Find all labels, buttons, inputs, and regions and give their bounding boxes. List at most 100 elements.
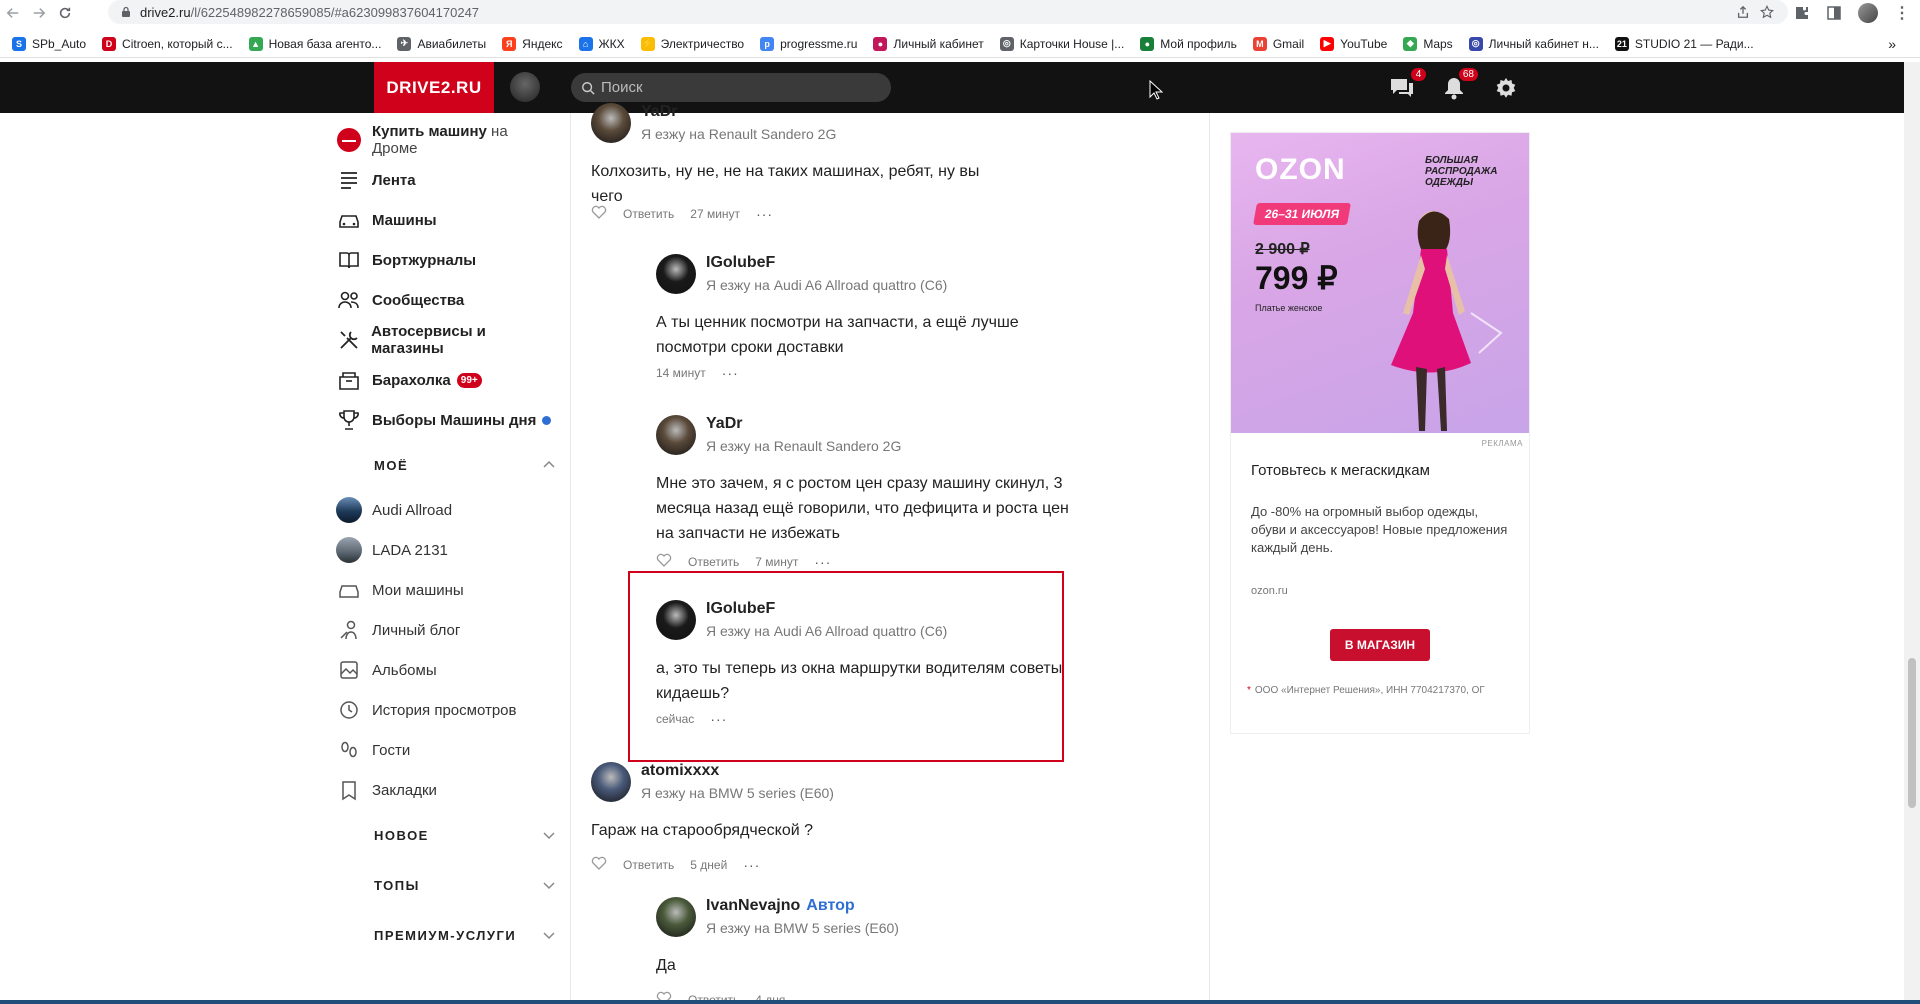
section-premium[interactable]: ПРЕМИУМ-УСЛУГИ xyxy=(336,910,556,960)
share-icon[interactable] xyxy=(1736,5,1750,19)
like-button[interactable] xyxy=(591,205,607,222)
comment-author-car[interactable]: Я езжу на Renault Sandero 2G xyxy=(641,126,836,142)
comment-time[interactable]: 27 минут xyxy=(690,207,740,221)
more-options-icon[interactable]: ··· xyxy=(756,206,773,222)
address-bar[interactable]: drive2.ru/l/622548982278659085/#a6230998… xyxy=(108,0,1788,24)
bookmark-item[interactable]: ● Личный кабинет xyxy=(873,36,984,51)
comment-time[interactable]: 5 дней xyxy=(690,858,727,872)
bookmark-item[interactable]: ⚡ Электричество xyxy=(640,36,744,51)
comment-author-name[interactable]: YaDr xyxy=(641,103,677,121)
forward-button[interactable] xyxy=(26,0,52,26)
more-options-icon[interactable]: ··· xyxy=(722,365,739,381)
like-button[interactable] xyxy=(591,856,607,873)
sidebar-item[interactable]: Мои машины xyxy=(336,570,556,610)
comment-avatar[interactable] xyxy=(656,897,696,937)
book-icon xyxy=(336,247,362,273)
reply-button[interactable]: Ответить xyxy=(688,555,739,569)
sidebar-item[interactable]: Бортжурналы xyxy=(336,240,556,280)
bookmark-item[interactable]: S SPb_Auto xyxy=(12,36,86,51)
more-options-icon[interactable]: ··· xyxy=(814,554,831,570)
comment-author-car[interactable]: Я езжу на BMW 5 series (E60) xyxy=(641,785,834,801)
comment-text: Да xyxy=(656,957,676,974)
sidebar-item[interactable]: Купить машину на Дроме xyxy=(336,120,556,160)
comment-author-name[interactable]: IvanNevajno Автор xyxy=(706,897,855,915)
sidebar-item[interactable]: История просмотров xyxy=(336,690,556,730)
comment-time[interactable]: 14 минут xyxy=(656,366,706,380)
section-mine[interactable]: МОЁ xyxy=(336,440,556,490)
search-input[interactable] xyxy=(601,79,881,96)
sidebar-item-label: Купить машину на Дроме xyxy=(372,123,556,157)
bookmark-item[interactable]: ▶ YouTube xyxy=(1320,36,1387,51)
section-tops[interactable]: ТОПЫ xyxy=(336,860,556,910)
bookmarks-overflow-button[interactable]: » xyxy=(1888,30,1896,57)
like-button[interactable] xyxy=(656,553,672,570)
menu-dots-icon[interactable]: ⋮ xyxy=(1894,3,1910,23)
bookmark-item[interactable]: ✈ Авиабилеты xyxy=(397,36,486,51)
comment-author-car[interactable]: Я езжу на Audi A6 Allroad quattro (C6) xyxy=(706,277,947,293)
page-scrollbar[interactable] xyxy=(1904,62,1920,1004)
sidebar-item[interactable]: Сообщества xyxy=(336,280,556,320)
more-options-icon[interactable]: ··· xyxy=(743,857,760,873)
bookmark-item[interactable]: M Gmail xyxy=(1252,36,1304,51)
comment-author-text: IGolubeF xyxy=(706,254,776,271)
comment-actions: 14 минут ··· xyxy=(656,365,739,381)
ad-banner-image[interactable]: OZON БОЛЬШАЯ РАСПРОДАЖА ОДЕЖДЫ 26–31 ИЮЛ… xyxy=(1231,133,1529,433)
extensions-icon[interactable] xyxy=(1794,5,1810,21)
comment-avatar[interactable] xyxy=(591,762,631,802)
reply-button[interactable]: Ответить xyxy=(623,207,674,221)
sidebar-item[interactable]: Барахолка 99+ xyxy=(336,360,556,400)
bookmark-item[interactable]: ▲ Новая база агенто... xyxy=(248,36,381,51)
comment-author-name[interactable]: atomixxxx xyxy=(641,762,719,780)
section-new[interactable]: НОВОЕ xyxy=(336,810,556,860)
user-avatar[interactable] xyxy=(510,72,540,102)
ad-domain[interactable]: ozon.ru xyxy=(1231,557,1529,597)
messages-button[interactable]: 4 xyxy=(1388,67,1426,102)
bookmark-item[interactable]: D Citroen, который с... xyxy=(102,36,233,51)
star-icon[interactable] xyxy=(1760,5,1774,19)
bookmark-item[interactable]: Я Яндекс xyxy=(502,36,563,51)
comment-avatar[interactable] xyxy=(656,415,696,455)
reply-button[interactable]: Ответить xyxy=(623,858,674,872)
drive2-logo[interactable]: DRIVE2.RU xyxy=(374,62,494,113)
comment-author-car[interactable]: Я езжу на BMW 5 series (E60) xyxy=(706,920,899,936)
sidebar-item[interactable]: Закладки xyxy=(336,770,556,810)
ad-legal-star: * xyxy=(1247,685,1251,696)
bookmark-item[interactable]: ⌂ ЖКХ xyxy=(578,36,625,51)
bookmark-item[interactable]: ◎ Личный кабинет н... xyxy=(1468,36,1599,51)
sidebar-item[interactable]: Личный блог xyxy=(336,610,556,650)
settings-button[interactable] xyxy=(1492,74,1520,102)
comment-author-name[interactable]: IGolubeF xyxy=(706,254,775,272)
sidebar-item[interactable]: Audi Allroad xyxy=(336,490,556,530)
comment-time[interactable]: 7 минут xyxy=(755,555,798,569)
bookmark-item[interactable]: ● Мой профиль xyxy=(1140,36,1237,51)
notifications-button[interactable]: 68 xyxy=(1440,67,1478,102)
comment-author-name[interactable]: YaDr xyxy=(706,415,742,433)
bookmark-item[interactable]: ◆ Maps xyxy=(1403,36,1453,51)
ad-title[interactable]: Готовьтесь к мегаскидкам xyxy=(1231,448,1529,479)
sidepanel-icon[interactable] xyxy=(1826,5,1842,21)
bookmark-icon xyxy=(336,777,362,803)
comment-avatar[interactable] xyxy=(656,254,696,294)
search-box[interactable] xyxy=(571,73,891,102)
sidebar-item[interactable]: Лента xyxy=(336,160,556,200)
sidebar-item[interactable]: Машины xyxy=(336,200,556,240)
sidebar-item-label: Сообщества xyxy=(372,292,464,309)
bookmark-item[interactable]: ◎ Карточки House |... xyxy=(999,36,1124,51)
sidebar-item[interactable]: LADA 2131 xyxy=(336,530,556,570)
sidebar-item[interactable]: Выборы Машины дня xyxy=(336,400,556,440)
profile-avatar[interactable] xyxy=(1858,3,1878,23)
sidebar-item[interactable]: Альбомы xyxy=(336,650,556,690)
reload-button[interactable] xyxy=(52,0,78,26)
bookmark-item[interactable]: 21 STUDIO 21 — Ради... xyxy=(1614,36,1754,51)
back-button[interactable] xyxy=(0,0,26,26)
comment-avatar[interactable] xyxy=(591,103,631,143)
scrollbar-thumb[interactable] xyxy=(1908,658,1916,808)
ad-shop-button[interactable]: В МАГАЗИН xyxy=(1330,629,1430,661)
sidebar-item[interactable]: Гости xyxy=(336,730,556,770)
bookmark-item[interactable]: p progressme.ru xyxy=(760,36,857,51)
bookmark-favicon-icon: ▲ xyxy=(248,36,263,51)
comment-author-car[interactable]: Я езжу на Renault Sandero 2G xyxy=(706,438,901,454)
reload-icon xyxy=(59,7,71,19)
sidebar-item[interactable]: Автосервисы и магазины xyxy=(336,320,556,360)
ad-block[interactable]: OZON БОЛЬШАЯ РАСПРОДАЖА ОДЕЖДЫ 26–31 ИЮЛ… xyxy=(1230,132,1530,734)
